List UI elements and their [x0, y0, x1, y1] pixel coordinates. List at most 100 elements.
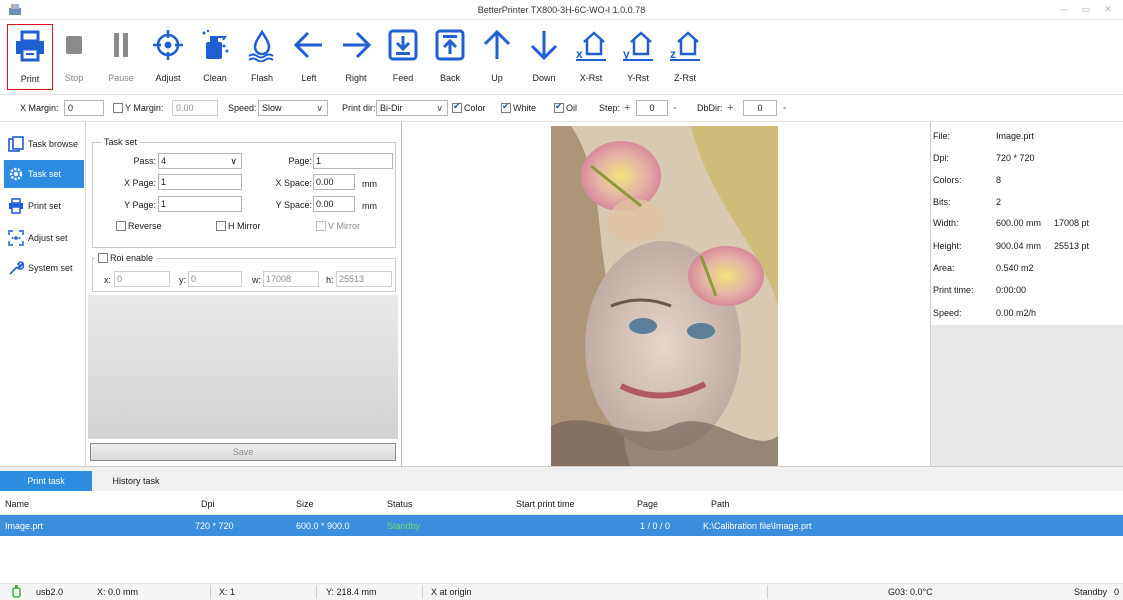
- roi-y-input[interactable]: 0: [188, 271, 242, 287]
- print-dir-select[interactable]: Bi-Dir ∨: [376, 100, 448, 116]
- table-row[interactable]: Image.prt 720 * 720 600.0 * 900.0 Standb…: [0, 515, 1123, 536]
- pass-select[interactable]: 4 ∨: [158, 153, 242, 169]
- pause-button[interactable]: Pause: [98, 24, 144, 90]
- step-minus-button[interactable]: -: [673, 102, 677, 114]
- column-start-print-time[interactable]: Start print time: [516, 499, 575, 509]
- roi-x-input[interactable]: 0: [114, 271, 170, 287]
- v-mirror-checkbox[interactable]: [316, 221, 326, 231]
- sidebar-item-label: Task browse: [28, 139, 79, 149]
- page-input[interactable]: 1: [313, 153, 393, 169]
- step-input[interactable]: 0: [636, 100, 668, 116]
- dbdir-input[interactable]: 0: [743, 100, 777, 116]
- sidebar-item-label: Adjust set: [28, 233, 68, 243]
- color-checkbox[interactable]: [452, 101, 462, 113]
- print-dir-value: Bi-Dir: [380, 103, 403, 113]
- z-reset-label: Z-Rst: [674, 73, 696, 83]
- step-plus-button[interactable]: +: [624, 102, 630, 114]
- reverse-option[interactable]: Reverse: [116, 221, 162, 231]
- h-mirror-checkbox[interactable]: [216, 221, 226, 231]
- dbdir-label: DbDir:: [697, 103, 723, 113]
- dbdir-plus-button[interactable]: +: [727, 102, 733, 114]
- v-mirror-option[interactable]: V Mirror: [316, 221, 360, 231]
- up-button[interactable]: Up: [474, 24, 520, 90]
- oil-option[interactable]: Oil: [554, 101, 577, 113]
- column-path[interactable]: Path: [711, 499, 730, 509]
- column-dpi[interactable]: Dpi: [201, 499, 215, 509]
- tab-history-task[interactable]: History task: [90, 471, 182, 491]
- close-button[interactable]: ✕: [1099, 3, 1117, 15]
- feed-button[interactable]: Feed: [380, 24, 426, 90]
- cell-page: 1 / 0 / 0: [640, 521, 671, 531]
- speed-select[interactable]: Slow ∨: [258, 100, 328, 116]
- printer-icon: [9, 198, 23, 214]
- column-status[interactable]: Status: [387, 499, 413, 509]
- y-margin-checkbox-wrap[interactable]: Y Margin:: [113, 103, 163, 113]
- left-button[interactable]: Left: [286, 24, 332, 90]
- toolbar: Print Stop Pause Adjust Clean Flash Left…: [0, 20, 1123, 93]
- sidebar-item-adjust-set[interactable]: Adjust set: [4, 224, 84, 252]
- flash-button[interactable]: Flash: [239, 24, 285, 90]
- sidebar-item-task-browse[interactable]: Task browse: [4, 130, 84, 158]
- info-row-height: Height: 900.04 mm 25513 pt: [931, 237, 1123, 257]
- x-page-input[interactable]: 1: [158, 174, 242, 190]
- info-value: 2: [996, 197, 1002, 207]
- column-page[interactable]: Page: [637, 499, 658, 509]
- white-option[interactable]: White: [501, 101, 536, 113]
- sidebar: Task browse Task set Print set Adjust se…: [0, 122, 86, 466]
- info-row-file: File: Image.prt: [931, 127, 1123, 147]
- pass-label: Pass:: [133, 156, 156, 166]
- y-reset-button[interactable]: y Y-Rst: [615, 24, 661, 90]
- pause-label: Pause: [108, 73, 134, 83]
- roi-enable-checkbox[interactable]: [98, 253, 108, 263]
- column-size[interactable]: Size: [296, 499, 314, 509]
- y-page-input[interactable]: 1: [158, 196, 242, 212]
- stop-label: Stop: [64, 73, 84, 83]
- reverse-checkbox[interactable]: [116, 221, 126, 231]
- adjust-button[interactable]: Adjust: [145, 24, 191, 90]
- x-reset-button[interactable]: x X-Rst: [568, 24, 614, 90]
- oil-checkbox[interactable]: [554, 101, 564, 113]
- roi-h-input[interactable]: 25513: [336, 271, 392, 287]
- column-name[interactable]: Name: [5, 499, 29, 509]
- info-value: 0.540 m2: [996, 263, 1034, 273]
- sidebar-item-system-set[interactable]: System set: [4, 254, 84, 282]
- oil-label: Oil: [566, 103, 577, 113]
- printer-state: Standby: [1074, 587, 1108, 597]
- x-margin-input[interactable]: 0: [64, 100, 104, 116]
- roi-w-label: w:: [252, 275, 261, 285]
- roi-w-input[interactable]: 17008: [263, 271, 319, 287]
- stop-icon: [66, 36, 82, 54]
- roi-enable-option[interactable]: Roi enable: [95, 253, 157, 263]
- cell-name: Image.prt: [5, 521, 44, 531]
- y-margin-input[interactable]: 0.00: [172, 100, 218, 116]
- down-button[interactable]: Down: [521, 24, 567, 90]
- dbdir-minus-button[interactable]: -: [783, 102, 787, 114]
- white-checkbox[interactable]: [501, 101, 511, 113]
- sidebar-item-print-set[interactable]: Print set: [4, 192, 84, 220]
- sidebar-item-task-set[interactable]: Task set: [4, 160, 84, 188]
- back-up-icon: [435, 29, 465, 61]
- task-set-empty-area: [88, 295, 398, 439]
- step-label: Step:: [599, 103, 621, 113]
- adjust-label: Adjust: [155, 73, 181, 83]
- back-button[interactable]: Back: [427, 24, 473, 90]
- print-button[interactable]: Print: [7, 24, 53, 90]
- minimize-button[interactable]: —: [1055, 3, 1073, 15]
- save-button[interactable]: Save: [90, 443, 396, 461]
- info-key: Height:: [933, 241, 962, 251]
- right-button[interactable]: Right: [333, 24, 379, 90]
- h-mirror-option[interactable]: H Mirror: [216, 221, 261, 231]
- y-margin-checkbox[interactable]: [113, 103, 123, 113]
- color-option[interactable]: Color: [452, 101, 486, 113]
- y-home-icon: y: [623, 31, 653, 61]
- gear-icon: [9, 167, 23, 181]
- y-space-input[interactable]: 0.00: [313, 196, 355, 212]
- z-reset-button[interactable]: z Z-Rst: [662, 24, 708, 90]
- tab-print-task[interactable]: Print task: [0, 471, 92, 491]
- maximize-button[interactable]: ▭: [1077, 3, 1095, 15]
- stop-button[interactable]: Stop: [51, 24, 97, 90]
- clean-button[interactable]: Clean: [192, 24, 238, 90]
- x-space-input[interactable]: 0.00: [313, 174, 355, 190]
- crosshair-icon: [153, 30, 183, 60]
- roi-h-label: h:: [326, 275, 334, 285]
